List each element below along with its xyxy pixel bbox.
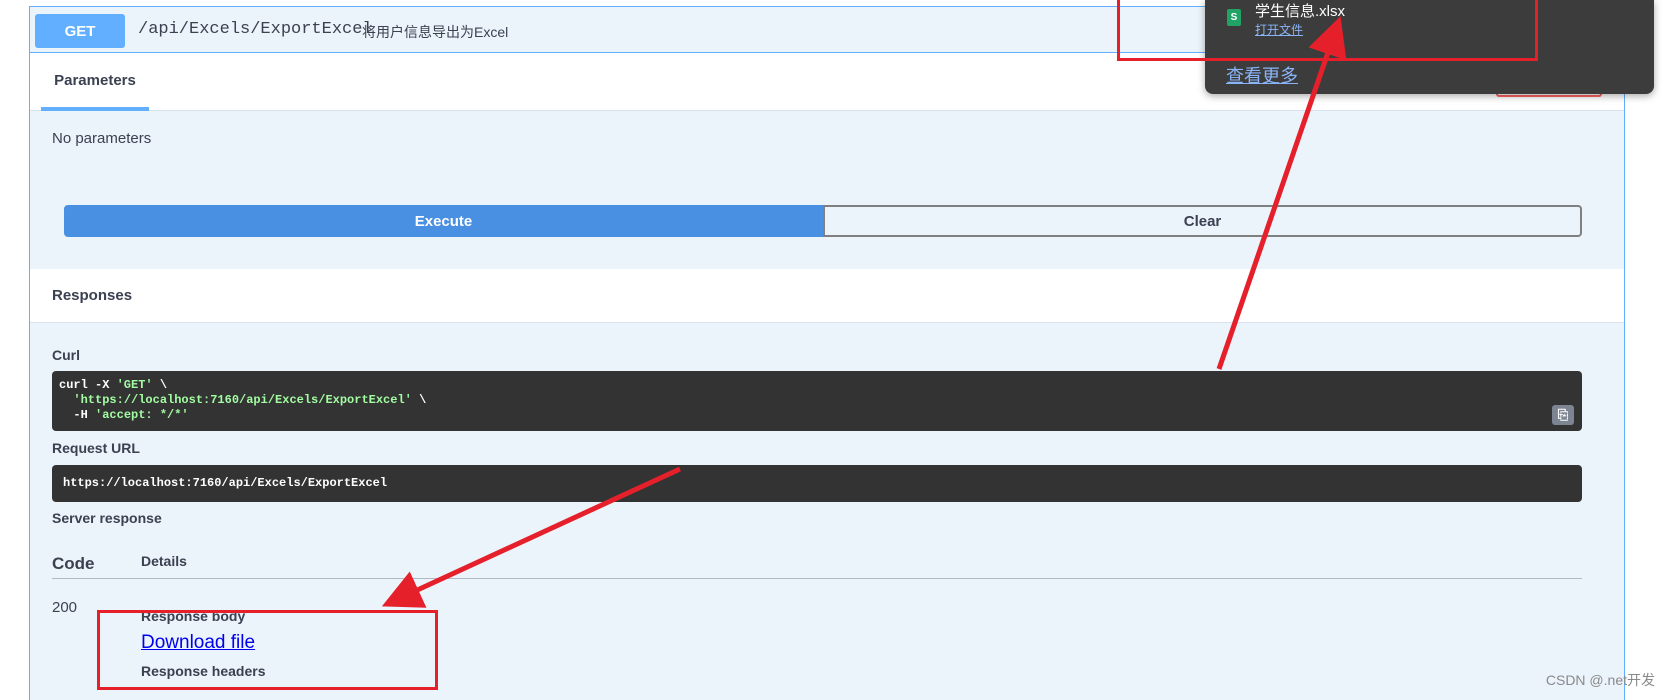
curl-flag: -H	[59, 408, 96, 422]
curl-continuation: \	[152, 378, 168, 392]
curl-line-2: 'https://localhost:7160/api/Excels/Expor…	[59, 393, 1575, 408]
operation-path: /api/Excels/ExportExcel	[138, 20, 373, 39]
watermark: CSDN @.net开发	[1545, 672, 1655, 688]
column-details: Details	[141, 553, 187, 569]
curl-label: Curl	[52, 347, 80, 363]
responses-title: Responses	[52, 287, 133, 304]
column-code: Code	[52, 554, 95, 573]
execute-button[interactable]: Execute	[64, 205, 823, 237]
tab-parameters[interactable]: Parameters	[41, 53, 149, 111]
annotation-box-download	[97, 610, 438, 690]
swagger-page: GET /api/Excels/ExportExcel 将用户信息导出为Exce…	[0, 0, 1673, 700]
annotation-box-popup	[1117, 0, 1538, 61]
copy-to-clipboard-icon[interactable]: ⎘	[1552, 405, 1574, 425]
curl-line-3: -H 'accept: */*'	[59, 408, 1575, 423]
response-code: 200	[52, 599, 78, 616]
curl-line-1: curl -X 'GET' \	[59, 378, 1575, 393]
request-url-block[interactable]: https://localhost:7160/api/Excels/Export…	[52, 465, 1582, 502]
operation-description: 将用户信息导出为Excel	[362, 24, 509, 40]
no-parameters-text: No parameters	[52, 130, 152, 147]
curl-url: 'https://localhost:7160/api/Excels/Expor…	[73, 393, 412, 407]
execute-wrapper: Execute Clear	[64, 205, 1582, 237]
curl-method: 'GET'	[116, 378, 153, 392]
responses-table-header: Code Details	[52, 549, 1582, 579]
curl-continuation: \	[411, 393, 427, 407]
see-more-link[interactable]: 查看更多	[1226, 62, 1298, 88]
curl-cmd: curl -X	[59, 378, 117, 392]
method-badge: GET	[35, 14, 125, 48]
curl-code-block[interactable]: curl -X 'GET' \ 'https://localhost:7160/…	[52, 371, 1582, 431]
server-response-label: Server response	[52, 510, 162, 526]
operation-block-get: GET /api/Excels/ExportExcel 将用户信息导出为Exce…	[29, 6, 1625, 700]
clear-button[interactable]: Clear	[823, 205, 1582, 237]
curl-header: 'accept: */*'	[95, 408, 189, 422]
request-url-label: Request URL	[52, 440, 140, 456]
responses-header: Responses	[30, 269, 1624, 323]
